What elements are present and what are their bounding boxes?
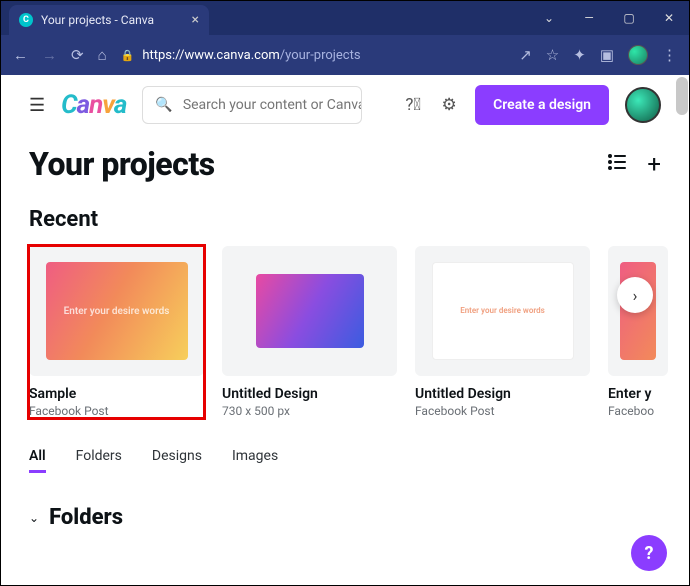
chevron-down-icon: ⌄ [29,511,39,525]
search-icon: 🔍 [155,97,172,113]
tab-images[interactable]: Images [232,448,278,473]
app-header: ☰ Canva 🔍 ?⃝ ⚙ Create a design [1,75,689,135]
canva-favicon-icon: C [19,13,33,27]
browser-tab[interactable]: C Your projects - Canva × [9,5,209,35]
card-title: Untitled Design [222,386,397,402]
add-icon[interactable]: + [647,150,661,178]
folders-section-header[interactable]: ⌄ Folders [29,505,661,530]
card-title: Enter y [608,386,668,402]
hamburger-icon[interactable]: ☰ [29,95,45,116]
tab-title: Your projects - Canva [41,13,154,27]
project-card[interactable]: Enter your desire words Untitled Design … [415,246,590,418]
card-subtitle: Faceboo [608,404,668,418]
thumbnail: Enter your desire words [46,262,188,360]
tab-folders[interactable]: Folders [76,448,122,473]
scrollbar-thumb[interactable] [676,77,688,115]
card-subtitle: 730 x 500 px [222,404,397,418]
card-subtitle: Facebook Post [415,404,590,418]
menu-icon[interactable]: ⋮ [662,46,677,64]
thumbnail [256,274,364,348]
card-title: Untitled Design [415,386,590,402]
bookmark-icon[interactable]: ☆ [546,46,559,64]
minimize-icon[interactable]: — [569,1,609,35]
address-bar[interactable]: 🔒 https://www.canva.com/your-projects [121,48,506,63]
browser-toolbar: ← → ⟳ ⌂ 🔒 https://www.canva.com/your-pro… [1,35,689,75]
recent-heading: Recent [29,207,661,232]
thumbnail: Enter your desire words [432,262,574,360]
filter-tabs: All Folders Designs Images [29,448,661,473]
card-subtitle: Facebook Post [29,404,204,418]
back-icon[interactable]: ← [13,46,28,64]
project-card[interactable]: Untitled Design 730 x 500 px [222,246,397,418]
url-path: /your-projects [280,48,361,63]
home-icon[interactable]: ⌂ [98,46,107,64]
create-design-button[interactable]: Create a design [475,85,609,125]
share-icon[interactable]: ↗ [519,46,532,64]
window-titlebar: C Your projects - Canva × ⌄ — ▢ ✕ [1,1,689,35]
scroll-right-button[interactable]: › [617,277,653,313]
forward-icon[interactable]: → [42,46,57,64]
url-domain: https://www.canva.com [142,48,279,63]
list-view-icon[interactable] [607,152,627,176]
tab-all[interactable]: All [29,448,46,473]
search-box[interactable]: 🔍 [142,86,362,124]
reload-icon[interactable]: ⟳ [71,46,84,64]
browser-profile-icon[interactable] [628,45,648,65]
close-tab-icon[interactable]: × [192,12,199,28]
recent-cards-row: Enter your desire words Sample Facebook … [29,246,661,418]
help-fab-button[interactable]: ? [631,535,667,571]
project-card[interactable]: Enter your desire words Sample Facebook … [29,246,204,418]
panel-icon[interactable]: ▣ [600,46,614,64]
avatar[interactable] [625,87,661,123]
main-content: Your projects + Recent Enter your desire… [1,135,689,585]
close-window-icon[interactable]: ✕ [649,1,689,35]
chevron-down-icon[interactable]: ⌄ [529,1,569,35]
project-card[interactable]: Enter y Faceboo [608,246,668,418]
search-input[interactable] [183,97,361,113]
canva-logo[interactable]: Canva [61,90,126,120]
folders-heading: Folders [49,505,123,530]
extensions-icon[interactable]: ✦ [573,46,586,64]
gear-icon[interactable]: ⚙ [439,95,459,115]
help-icon[interactable]: ?⃝ [403,95,423,115]
lock-icon: 🔒 [121,49,135,62]
card-title: Sample [29,386,204,402]
maximize-icon[interactable]: ▢ [609,1,649,35]
page-title: Your projects [29,145,215,183]
tab-designs[interactable]: Designs [152,448,202,473]
window-controls: ⌄ — ▢ ✕ [529,1,689,35]
